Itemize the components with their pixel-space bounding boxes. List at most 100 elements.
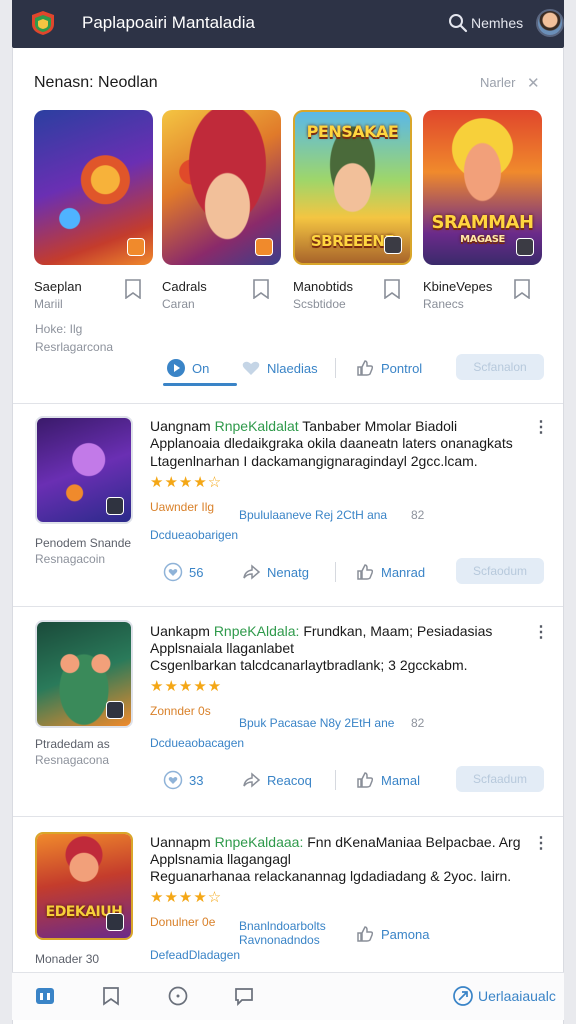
share-action[interactable]: Nenatg	[241, 556, 309, 588]
app-title[interactable]: Uangnam RnpeKaldalat Tanbaber Mmolar Bia…	[150, 418, 457, 434]
app-publisher[interactable]: Bnanlndoarbolts	[239, 919, 326, 933]
app-link[interactable]: DefeadDladagen	[150, 948, 240, 962]
share-icon	[243, 772, 261, 788]
app-publisher-secondary[interactable]: Ravnonadndos	[239, 933, 320, 947]
home-icon[interactable]	[34, 985, 56, 1007]
share-label: Reacoq	[267, 772, 312, 788]
app-title-highlight: RnpeKaldalat	[214, 418, 299, 434]
thumbs-up-icon	[357, 564, 374, 580]
avatar[interactable]	[536, 9, 564, 37]
card-name: Manobtids	[293, 279, 353, 294]
rate-action[interactable]: Manrad	[355, 556, 425, 588]
rate-action[interactable]: Mamal	[355, 764, 420, 796]
app-title-rest: Fnn dKenaManiaa Belpacbae. Arg	[307, 834, 521, 850]
app-caption: Monader 30	[35, 952, 100, 966]
like-count: 56	[189, 564, 204, 580]
app-count: 82	[411, 508, 425, 522]
bookmark-icon[interactable]	[100, 985, 122, 1007]
heart-circle-icon	[163, 770, 183, 790]
featured-more-link[interactable]: Narler	[480, 75, 515, 90]
nav-label[interactable]: Uerlaaiaualc	[478, 988, 556, 1004]
app-status: Uawnder Ilg	[150, 500, 215, 514]
card-artwork	[34, 110, 153, 265]
app-title[interactable]: Uannapm RnpeKaldaaa: Fnn dKenaManiaa Bel…	[150, 834, 521, 850]
share-action[interactable]: Reacoq	[241, 764, 312, 796]
app-action-bar: 33 Reacoq Mamal Scfaadum	[13, 764, 563, 796]
featured-meta: Hoke: Ilg	[35, 322, 83, 336]
art-title-top: SRAMMAH	[431, 212, 534, 233]
app-caption: Ptradedam as	[35, 737, 110, 751]
tab-control[interactable]: Pontrol	[355, 352, 422, 384]
app-link[interactable]: Dcdueaobarigen	[150, 528, 238, 542]
app-thumbnail[interactable]	[35, 620, 133, 728]
divider	[335, 562, 336, 582]
card-artwork: PENSAKAE SBREEENE	[293, 110, 412, 265]
app-title[interactable]: Uankapm RnpeKAldala: Frundkan, Maam; Pes…	[150, 623, 492, 639]
bookmark-icon[interactable]	[383, 279, 401, 299]
app-link[interactable]: Dcdueaobacagen	[150, 736, 244, 750]
app-title: Paplapoairi Mantaladia	[82, 13, 255, 32]
share-label: Nenatg	[267, 564, 309, 580]
heart-circle-icon	[163, 562, 183, 582]
more-options-icon[interactable]: ⋮	[533, 417, 549, 437]
app-title-prefix: Uankapm	[150, 623, 210, 639]
search-icon[interactable]	[448, 13, 468, 33]
divider	[335, 770, 336, 790]
action-button[interactable]: Scfaodum	[456, 558, 544, 584]
like-count: 33	[189, 772, 204, 788]
section-divider	[13, 403, 563, 404]
bookmark-icon[interactable]	[252, 279, 270, 299]
tab-label: Pontrol	[381, 360, 423, 376]
close-icon[interactable]: ✕	[527, 74, 540, 92]
app-status: Donulner 0e	[150, 915, 216, 929]
badge-icon	[255, 238, 273, 256]
star-rating: ★★★★☆	[150, 474, 223, 491]
thumbs-up-icon	[357, 926, 374, 942]
app-title-rest: Tanbaber Mmolar Biadoli	[302, 418, 458, 434]
like-action[interactable]: 56	[163, 556, 203, 588]
bookmark-icon[interactable]	[513, 279, 531, 299]
badge-icon	[384, 236, 402, 254]
main-panel: Nenasn: Neodlan Narler ✕ Saeplan Mariil …	[12, 48, 564, 1024]
tab-media[interactable]: Nlaedias	[241, 352, 318, 384]
more-options-icon[interactable]: ⋮	[533, 622, 549, 642]
thumbs-up-icon	[357, 360, 374, 376]
badge-icon	[106, 701, 124, 719]
app-publisher[interactable]: Bpuk Pacasae N8y 2EtH ane	[239, 716, 394, 730]
share-icon	[243, 564, 261, 580]
section-divider	[13, 816, 563, 817]
search-label[interactable]: Nemhes	[471, 15, 523, 31]
art-title-top: PENSAKAE	[306, 122, 399, 141]
app-thumbnail[interactable]: EDEKAIUH	[35, 832, 133, 940]
like-action[interactable]: 33	[163, 764, 203, 796]
app-logo-icon[interactable]	[30, 10, 56, 36]
rate-action[interactable]: Pamona	[355, 918, 429, 950]
more-options-icon[interactable]: ⋮	[533, 833, 549, 853]
rate-label: Mamal	[381, 772, 421, 788]
heart-icon	[242, 361, 260, 375]
app-description: Applsnaiala llaganlabet	[150, 640, 294, 656]
app-publisher[interactable]: Bpululaaneve Rej 2CtH ana	[239, 508, 387, 522]
clock-icon[interactable]	[167, 985, 189, 1007]
divider	[335, 358, 336, 378]
app-title-highlight: RnpeKaldaaa:	[214, 834, 304, 850]
top-bar: Paplapoairi Mantaladia Nemhes	[12, 0, 564, 48]
featured-action-bar: On Nlaedias Pontrol Scfanalon	[13, 352, 563, 386]
app-description: Applsnamia llagangagl	[150, 851, 291, 867]
section-divider	[13, 606, 563, 607]
action-button[interactable]: Scfaadum	[456, 766, 544, 792]
app-thumbnail[interactable]	[35, 416, 133, 524]
badge-icon	[127, 238, 145, 256]
tab-on[interactable]: On	[166, 352, 209, 384]
navigate-icon[interactable]	[452, 985, 474, 1007]
app-description: Applanoaia dledaikgraka okila daaneatn l…	[150, 435, 513, 451]
app-title-prefix: Uannapm	[150, 834, 211, 850]
rate-label: Pamona	[381, 926, 430, 942]
card-artwork: SRAMMAH MAGASE	[423, 110, 542, 265]
bookmark-icon[interactable]	[124, 279, 142, 299]
action-button[interactable]: Scfanalon	[456, 354, 544, 380]
app-title-highlight: RnpeKAldala:	[213, 623, 300, 639]
card-subtitle: Ranecs	[423, 297, 464, 311]
chat-icon[interactable]	[233, 985, 255, 1007]
app-status: Zonnder 0s	[150, 704, 211, 718]
